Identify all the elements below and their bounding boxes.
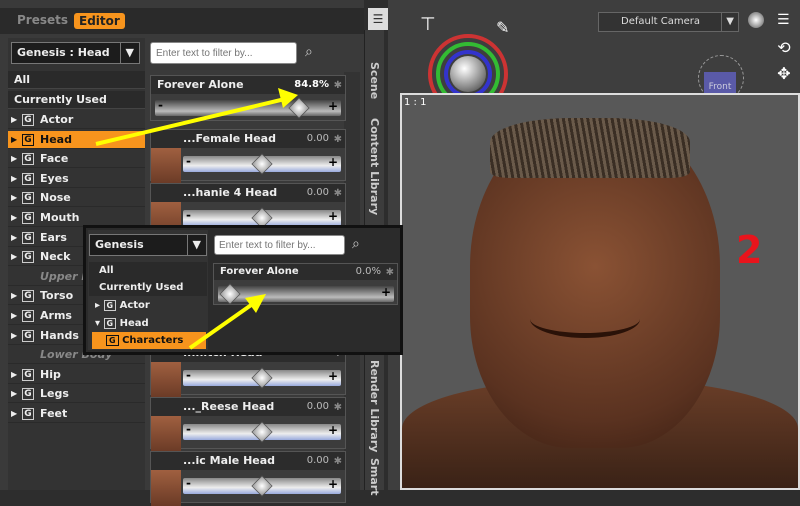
arrow-head-1 [278, 88, 298, 108]
arrow-shaft-2 [188, 301, 256, 350]
annotation-arrows [95, 88, 298, 350]
arrow-head-2 [245, 294, 266, 313]
arrow-shaft-1 [95, 97, 286, 146]
